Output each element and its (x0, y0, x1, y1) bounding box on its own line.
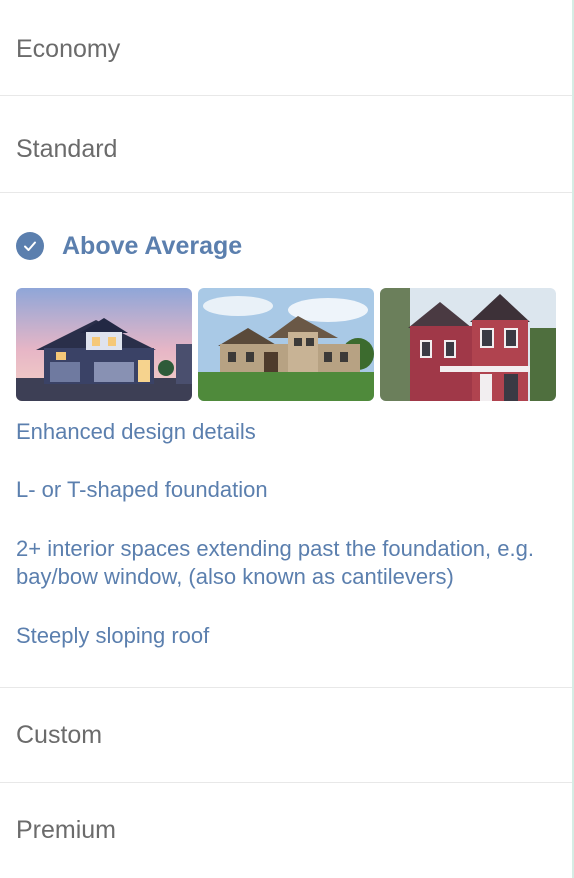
divider (0, 687, 572, 688)
option-standard-label: Standard (16, 134, 118, 163)
feature-text: L- or T-shaped foundation (16, 477, 268, 502)
option-premium[interactable]: Premium (0, 801, 572, 859)
divider (0, 95, 572, 96)
option-premium-label: Premium (16, 815, 117, 844)
feature-text: Enhanced design details (16, 419, 256, 444)
option-above-average[interactable]: Above Average (16, 228, 242, 264)
divider (0, 782, 572, 783)
check-circle-icon (16, 232, 44, 260)
option-economy[interactable]: Economy (0, 20, 572, 78)
option-economy-label: Economy (16, 34, 121, 63)
feature-text: 2+ interior spaces extending past the fo… (16, 536, 534, 589)
example-home-images (16, 288, 556, 401)
divider (0, 192, 572, 193)
feature-text: Steeply sloping roof (16, 623, 210, 648)
option-above-average-label: Above Average (62, 231, 243, 260)
option-standard[interactable]: Standard (0, 120, 572, 178)
home-image-brick (198, 288, 374, 401)
home-image-victorian (380, 288, 556, 401)
home-image-craftsman (16, 288, 192, 401)
option-custom[interactable]: Custom (0, 706, 572, 764)
option-custom-label: Custom (16, 720, 103, 749)
quality-selector: Economy Standard Above Average Enhanced … (0, 0, 574, 878)
